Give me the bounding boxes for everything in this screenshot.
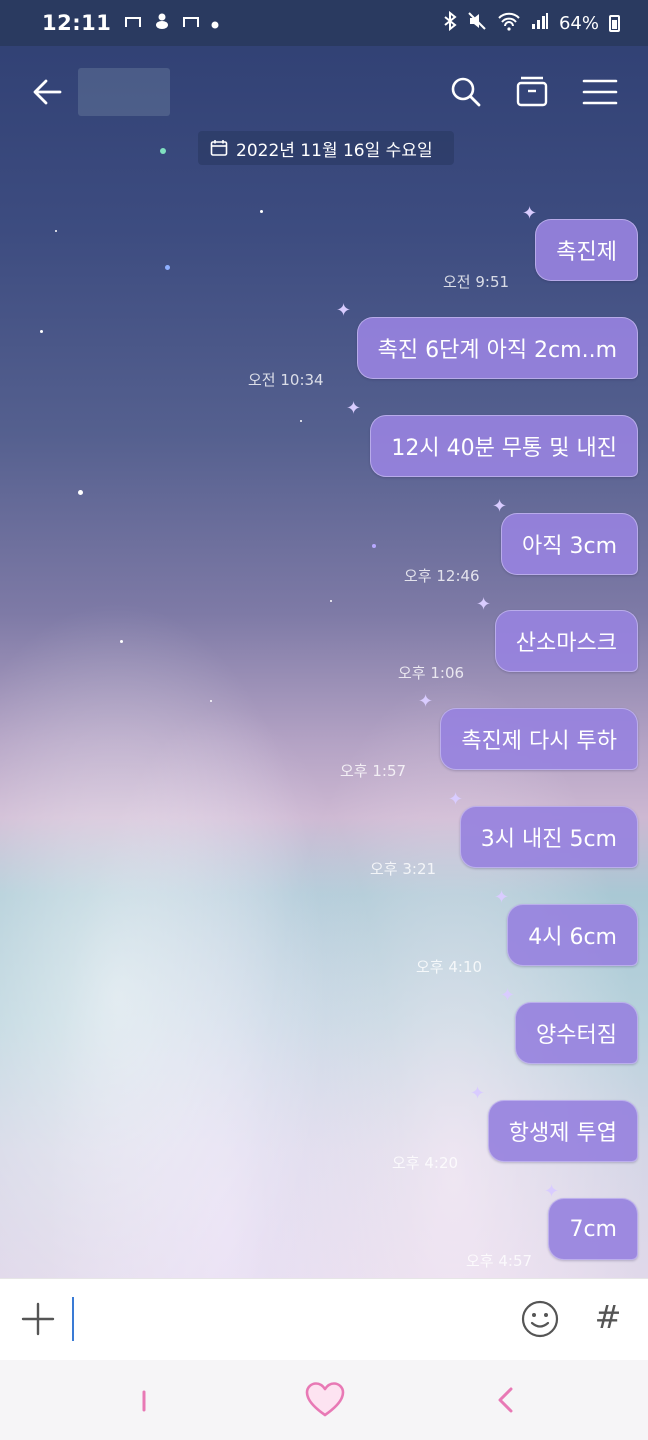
archive-icon: [516, 76, 548, 107]
date-text: 2022년 11월 16일 수요일: [236, 140, 433, 161]
message-time: 오후 4:57: [466, 1252, 533, 1270]
wifi-icon: [497, 11, 521, 36]
sparkle-icon: ✦: [346, 398, 362, 419]
message-bubble[interactable]: 아직 3cm: [501, 513, 638, 575]
recent-apps-button[interactable]: [138, 1388, 150, 1414]
status-right: 64%: [443, 10, 620, 36]
back-arrow-icon: [33, 79, 62, 105]
message-bubble[interactable]: 12시 40분 무통 및 내진: [370, 415, 638, 477]
baby-icon: [153, 12, 171, 34]
chat-header: [0, 60, 648, 124]
star: [78, 490, 83, 495]
message-text: 12시 40분 무통 및 내진: [391, 436, 617, 461]
home-button[interactable]: [304, 1380, 346, 1420]
back-icon: [498, 1387, 513, 1413]
bluetooth-icon: [443, 10, 457, 36]
star: [120, 640, 123, 643]
battery-icon: [609, 14, 620, 32]
star: [300, 420, 302, 422]
message-text: 촉진 6단계 아직 2cm..m: [377, 338, 617, 363]
sparkle-icon: ✦: [494, 887, 510, 908]
message-text: 4시 6cm: [528, 925, 617, 950]
message-time: 오후 1:06: [398, 664, 465, 682]
message-time: 오후 12:46: [404, 567, 480, 585]
star: [160, 148, 166, 154]
message-bubble[interactable]: 3시 내진 5cm: [459, 806, 638, 868]
dot-icon: [211, 14, 219, 33]
notification-icons: [125, 12, 219, 34]
message-time: 오전 10:34: [248, 371, 324, 389]
sparkle-icon: ✦: [470, 1083, 486, 1104]
emoji-icon: [521, 1300, 559, 1338]
archive-button[interactable]: [512, 72, 552, 112]
message-time: 오후 4:20: [392, 1154, 459, 1172]
message-input[interactable]: [72, 1297, 492, 1341]
menu-button[interactable]: [580, 72, 620, 112]
message-bubble[interactable]: 촉진제 다시 투하: [440, 708, 638, 770]
calendar-icon: [210, 140, 228, 156]
message-time: 오후 3:21: [370, 860, 437, 878]
mute-icon: [467, 11, 487, 36]
message-time: 오전 9:51: [443, 273, 510, 291]
emoji-button[interactable]: [520, 1299, 560, 1339]
message-text: 양수터짐: [536, 1023, 617, 1048]
status-bar: 12:11 64%: [0, 0, 648, 46]
sparkle-icon: ✦: [500, 985, 516, 1006]
sparkle-icon: ✦: [492, 496, 508, 517]
message-text: 촉진제: [556, 240, 617, 265]
nav-back-button[interactable]: [494, 1384, 518, 1416]
message-bubble[interactable]: 촉진 6단계 아직 2cm..m: [356, 317, 638, 379]
plus-icon: [21, 1302, 55, 1336]
star: [372, 544, 376, 548]
message-text: 항생제 투엽: [508, 1121, 617, 1146]
sparkle-icon: ✦: [522, 203, 538, 224]
chat-icon: [183, 14, 200, 33]
back-button[interactable]: [28, 72, 68, 112]
menu-icon: [582, 79, 618, 105]
search-button[interactable]: [446, 72, 486, 112]
hash-icon: #: [594, 1298, 622, 1336]
message-bubble[interactable]: 산소마스크: [494, 610, 638, 672]
system-nav-bar: [0, 1360, 648, 1440]
message-text: 3시 내진 5cm: [480, 827, 617, 852]
chat-icon: [125, 14, 142, 33]
heart-home-icon: [305, 1382, 345, 1417]
star: [40, 330, 43, 333]
message-time: 오후 1:57: [340, 762, 407, 780]
star: [330, 600, 332, 602]
recent-apps-icon: [142, 1390, 146, 1412]
message-text: 아직 3cm: [522, 534, 617, 559]
star: [260, 210, 263, 213]
message-time: 오후 4:10: [416, 958, 483, 976]
message-bubble[interactable]: 4시 6cm: [507, 904, 638, 966]
sparkle-icon: ✦: [418, 691, 434, 712]
sparkle-icon: ✦: [336, 300, 352, 321]
message-bubble[interactable]: 촉진제: [535, 219, 638, 281]
status-time: 12:11: [42, 11, 112, 35]
battery-percent: 64%: [558, 12, 599, 34]
hashtag-button[interactable]: #: [590, 1297, 626, 1337]
star: [210, 700, 212, 702]
message-input-bar: #: [0, 1278, 648, 1360]
message-text: 산소마스크: [515, 631, 617, 656]
attach-button[interactable]: [20, 1301, 56, 1337]
message-bubble[interactable]: 항생제 투엽: [487, 1100, 638, 1162]
message-text: 7cm: [569, 1216, 617, 1242]
date-divider: 2022년 11월 16일 수요일: [198, 131, 454, 165]
sparkle-icon: ✦: [448, 789, 464, 810]
signal-icon: [531, 12, 549, 35]
sparkle-icon: ✦: [476, 594, 492, 615]
search-icon: [451, 77, 481, 107]
message-bubble[interactable]: 7cm: [548, 1198, 638, 1260]
star: [165, 265, 170, 270]
message-text: 촉진제 다시 투하: [461, 729, 617, 754]
chat-title-redacted: [78, 68, 170, 116]
message-bubble[interactable]: 양수터짐: [515, 1002, 638, 1064]
star: [55, 230, 57, 232]
